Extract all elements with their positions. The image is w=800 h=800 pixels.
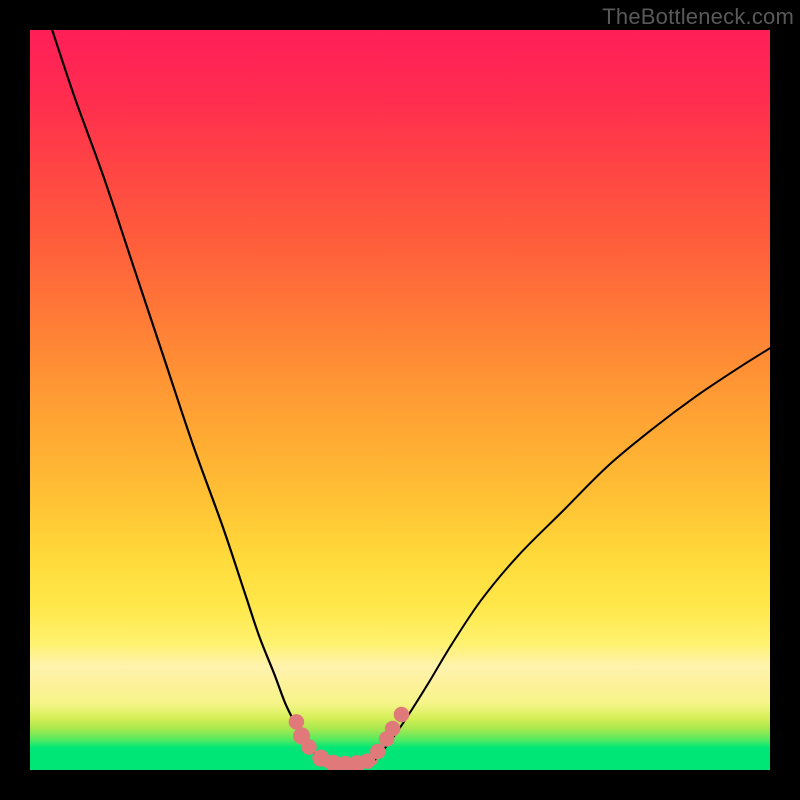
curve-marker (394, 707, 410, 723)
chart-frame: TheBottleneck.com (0, 0, 800, 800)
watermark-text: TheBottleneck.com (602, 4, 794, 30)
curve-markers (289, 707, 410, 770)
curve-marker (289, 714, 305, 730)
curve-left-branch (52, 30, 320, 760)
curve-right-branch (374, 348, 770, 760)
chart-svg (30, 30, 770, 770)
chart-plot-area (30, 30, 770, 770)
curve-marker (370, 744, 386, 760)
curve-marker (385, 721, 401, 737)
